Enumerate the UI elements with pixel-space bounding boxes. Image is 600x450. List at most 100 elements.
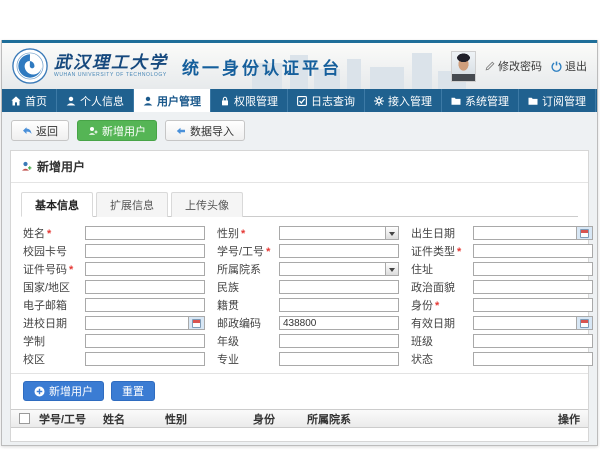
form-field: 学制 [23,334,205,348]
tab[interactable]: 扩展信息 [96,192,168,217]
text-input[interactable] [474,335,592,347]
nav-tab[interactable]: 权限管理 [211,89,288,112]
select-control [279,262,399,276]
form-field: 所属院系 [217,262,399,276]
text-input[interactable] [280,263,385,275]
text-input[interactable] [280,245,398,257]
form-field: 邮政编码 [217,316,399,330]
text-input[interactable] [280,353,398,365]
tab[interactable]: 上传头像 [171,192,243,217]
calendar-button[interactable] [188,317,204,329]
form-field: 班级 [411,334,593,348]
form-field: 政治面貌 [411,280,593,294]
reset-button[interactable]: 重置 [111,381,155,401]
add-user-icon [88,126,98,136]
field-label: 电子邮箱 [23,297,85,313]
change-password-label: 修改密码 [498,58,542,74]
text-input[interactable] [280,281,398,293]
text-input[interactable] [86,245,204,257]
logout-link[interactable]: 退出 [551,58,587,74]
form-field: 专业 [217,352,399,366]
input-control [85,262,205,276]
text-input[interactable] [280,317,398,329]
field-label-text: 校园卡号 [23,246,67,258]
field-label-text: 有效日期 [411,318,455,330]
input-control [85,352,205,366]
text-input[interactable] [86,281,204,293]
data-import-button[interactable]: 数据导入 [165,120,245,141]
calendar-button[interactable] [576,317,592,329]
form-field: 学号/工号* [217,244,399,258]
field-label-text: 住址 [411,264,433,276]
text-input[interactable] [280,335,398,347]
input-control [279,334,399,348]
nav-tab[interactable]: 接入管理 [365,89,442,112]
form-field: 进校日期 [23,316,205,330]
add-user-section-icon [21,161,32,172]
text-input[interactable] [474,263,592,275]
form-actions: 新增用户 重置 [11,374,588,409]
dropdown-arrow-icon[interactable] [385,227,398,239]
field-label: 有效日期 [411,315,473,331]
nav-tab[interactable]: 订阅管理 [519,89,596,112]
field-label: 班级 [411,333,473,349]
text-input[interactable] [474,299,592,311]
nav-tab[interactable]: 首页 [2,89,57,112]
change-password-link[interactable]: 修改密码 [485,58,542,74]
text-input[interactable] [86,353,204,365]
app-window: 武汉理工大学 WUHAN UNIVERSITY OF TECHNOLOGY 统一… [1,40,598,446]
required-asterisk: * [266,246,270,258]
input-control [473,298,593,312]
tab[interactable]: 基本信息 [21,192,93,217]
text-input[interactable] [86,335,204,347]
form-field: 籍贯 [217,298,399,312]
pencil-icon [485,61,495,71]
field-label: 年级 [217,333,279,349]
field-label-text: 学制 [23,336,45,348]
form-field: 状态 [411,352,593,366]
text-input[interactable] [86,299,204,311]
input-control [473,280,593,294]
input-control [473,316,593,330]
text-input[interactable] [86,317,188,329]
back-button[interactable]: 返回 [11,120,69,141]
field-label: 所属院系 [217,261,279,277]
user-table-header: 学号/工号姓名性别身份所属院系操作 [11,409,588,428]
text-input[interactable] [474,227,576,239]
text-input[interactable] [474,245,592,257]
nav-tab[interactable]: 系统管理 [442,89,519,112]
text-input[interactable] [86,227,204,239]
form-field: 证件类型* [411,244,593,258]
text-input[interactable] [280,299,398,311]
required-asterisk: * [435,300,439,312]
dropdown-arrow-icon[interactable] [385,263,398,275]
form-field: 国家/地区 [23,280,205,294]
nav-tab[interactable]: 日志查询 [288,89,365,112]
text-input[interactable] [474,317,576,329]
text-input[interactable] [474,281,592,293]
required-asterisk: * [69,264,73,276]
select-all-checkbox[interactable] [19,413,30,424]
text-input[interactable] [86,263,204,275]
table-header-cell: 姓名 [103,411,165,427]
field-label-text: 国家/地区 [23,282,70,294]
back-label: 返回 [36,123,58,139]
submit-label: 新增用户 [49,383,93,399]
add-user-toolbar-button[interactable]: 新增用户 [77,120,157,141]
submit-add-user-button[interactable]: 新增用户 [23,381,104,401]
input-control [279,280,399,294]
field-label-text: 邮政编码 [217,318,261,330]
nav-tab[interactable]: 个人信息 [57,89,134,112]
field-label-text: 电子邮箱 [23,300,67,312]
input-control [473,262,593,276]
calendar-button[interactable] [576,227,592,239]
text-input[interactable] [474,353,592,365]
required-asterisk: * [241,228,245,240]
field-label: 进校日期 [23,315,85,331]
text-input[interactable] [280,227,385,239]
field-label: 学制 [23,333,85,349]
nav-tab[interactable]: 用户管理 [134,89,211,112]
input-control [85,280,205,294]
field-label-text: 年级 [217,336,239,348]
nav-tab-label: 订阅管理 [542,93,586,109]
